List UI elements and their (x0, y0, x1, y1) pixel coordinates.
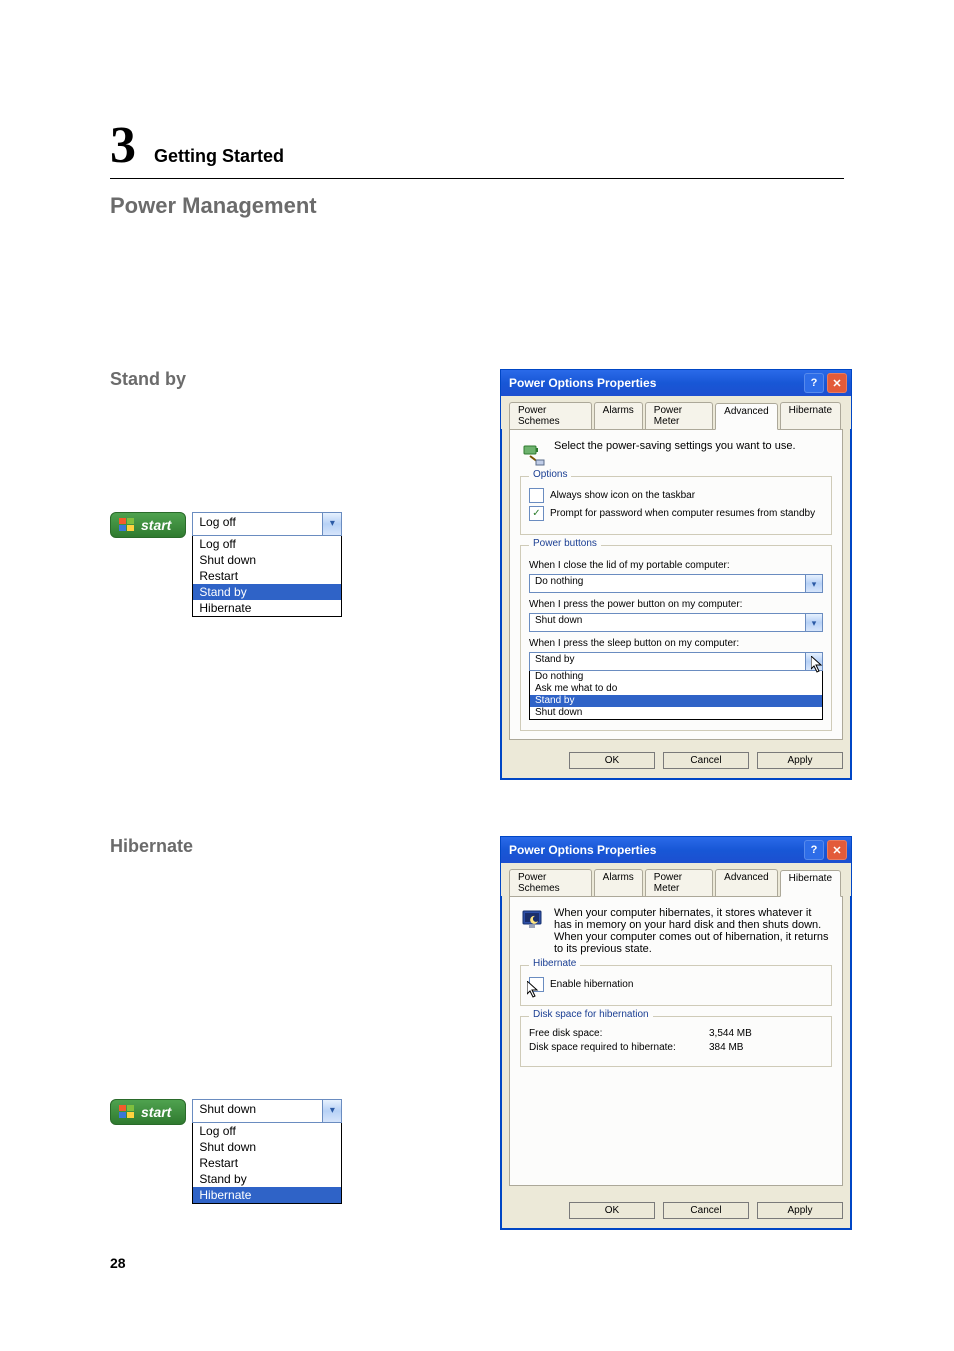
free-disk-value: 3,544 MB (709, 1028, 752, 1039)
chevron-down-icon[interactable]: ▾ (805, 575, 822, 592)
dropdown-item[interactable]: Restart (193, 1155, 341, 1171)
tab-power-schemes[interactable]: Power Schemes (509, 402, 592, 429)
start-button[interactable]: start (110, 1099, 186, 1125)
combo-option[interactable]: Shut down (530, 707, 822, 719)
dropdown-item[interactable]: Shut down (193, 552, 341, 568)
prompt-password-label: Prompt for password when computer resume… (550, 508, 815, 519)
hibernate-group: Hibernate Enable hibernation (520, 965, 832, 1006)
tab-power-meter[interactable]: Power Meter (645, 402, 713, 429)
tab-hibernate[interactable]: Hibernate (780, 870, 841, 897)
show-icon-label: Always show icon on the taskbar (550, 490, 695, 501)
cursor-icon (527, 981, 541, 999)
help-button[interactable]: ? (804, 840, 824, 860)
apply-button[interactable]: Apply (757, 1202, 843, 1219)
shutdown-dropdown-selected: Log off (193, 513, 322, 535)
dropdown-item[interactable]: Hibernate (193, 600, 341, 616)
sleep-button-options[interactable]: Do nothing Ask me what to do Stand by Sh… (529, 671, 823, 720)
shutdown-dropdown-list[interactable]: Log off Shut down Restart Stand by Hiber… (192, 1123, 342, 1204)
group-legend: Hibernate (529, 958, 580, 969)
chevron-down-icon[interactable]: ▾ (322, 1100, 341, 1122)
tab-alarms[interactable]: Alarms (594, 869, 643, 896)
combo-option-highlighted[interactable]: Stand by (530, 695, 822, 707)
combo-option[interactable]: Ask me what to do (530, 683, 822, 695)
group-legend: Options (529, 469, 571, 480)
options-group: Options Always show icon on the taskbar … (520, 476, 832, 535)
chapter-rule (110, 178, 844, 179)
cursor-icon (811, 656, 825, 674)
power-buttons-group: Power buttons When I close the lid of my… (520, 545, 832, 731)
group-legend: Power buttons (529, 538, 601, 549)
start-button[interactable]: start (110, 512, 186, 538)
free-disk-label: Free disk space: (529, 1028, 689, 1039)
dropdown-item[interactable]: Stand by (193, 1171, 341, 1187)
prompt-password-checkbox[interactable]: ✓ (529, 506, 544, 521)
enable-hibernation-label: Enable hibernation (550, 979, 633, 990)
dropdown-item[interactable]: Log off (193, 1123, 341, 1139)
section-title: Power Management (110, 193, 844, 219)
dropdown-item[interactable]: Log off (193, 536, 341, 552)
dialog-titlebar[interactable]: Power Options Properties ? ✕ (501, 837, 851, 863)
power-button-value: Shut down (530, 614, 805, 631)
power-options-dialog-hibernate: Power Options Properties ? ✕ Power Schem… (500, 836, 852, 1230)
apply-button[interactable]: Apply (757, 752, 843, 769)
disk-space-group: Disk space for hibernation Free disk spa… (520, 1016, 832, 1067)
tab-hibernate[interactable]: Hibernate (780, 402, 841, 429)
chevron-down-icon[interactable]: ▾ (322, 513, 341, 535)
close-button[interactable]: ✕ (827, 373, 847, 393)
lid-close-combo[interactable]: Do nothing ▾ (529, 574, 823, 593)
tab-alarms[interactable]: Alarms (594, 402, 643, 429)
cancel-button[interactable]: Cancel (663, 1202, 749, 1219)
group-legend: Disk space for hibernation (529, 1009, 653, 1020)
sleep-button-label: When I press the sleep button on my comp… (529, 638, 823, 649)
close-button[interactable]: ✕ (827, 840, 847, 860)
chapter-title: Getting Started (154, 146, 284, 167)
power-options-dialog-advanced: Power Options Properties ? ✕ Power Schem… (500, 369, 852, 780)
sleep-button-value: Stand by (530, 653, 805, 670)
dialog-tabs: Power Schemes Alarms Power Meter Advance… (501, 863, 851, 896)
page-number: 28 (110, 1255, 126, 1271)
tab-advanced[interactable]: Advanced (715, 869, 777, 896)
ok-button[interactable]: OK (569, 752, 655, 769)
dialog-intro: When your computer hibernates, it stores… (554, 907, 832, 955)
monitor-moon-icon (520, 907, 546, 933)
dropdown-item[interactable]: Shut down (193, 1139, 341, 1155)
battery-plug-icon (520, 440, 546, 466)
lid-close-label: When I close the lid of my portable comp… (529, 560, 823, 571)
start-button-label: start (141, 1104, 171, 1120)
chapter-number: 3 (110, 120, 136, 172)
dropdown-item-highlighted[interactable]: Hibernate (193, 1187, 341, 1203)
start-button-label: start (141, 517, 171, 533)
cancel-button[interactable]: Cancel (663, 752, 749, 769)
tab-power-schemes[interactable]: Power Schemes (509, 869, 592, 896)
dialog-intro: Select the power-saving settings you wan… (554, 440, 796, 452)
combo-option[interactable]: Do nothing (530, 671, 822, 683)
show-icon-checkbox[interactable] (529, 488, 544, 503)
dialog-title: Power Options Properties (509, 843, 656, 857)
hibernate-heading: Hibernate (110, 836, 460, 857)
tab-advanced[interactable]: Advanced (715, 403, 777, 430)
shutdown-dropdown[interactable]: Shut down ▾ Log off Shut down Restart St… (192, 1099, 342, 1204)
dialog-tabs: Power Schemes Alarms Power Meter Advance… (501, 396, 851, 429)
shutdown-dropdown[interactable]: Log off ▾ Log off Shut down Restart Stan… (192, 512, 342, 617)
shutdown-dropdown-selected: Shut down (193, 1100, 322, 1122)
power-button-combo[interactable]: Shut down ▾ (529, 613, 823, 632)
standby-heading: Stand by (110, 369, 460, 390)
sleep-button-combo[interactable]: Stand by ▾ (529, 652, 823, 671)
windows-flag-icon (119, 1105, 135, 1119)
power-button-label: When I press the power button on my comp… (529, 599, 823, 610)
windows-flag-icon (119, 518, 135, 532)
required-disk-value: 384 MB (709, 1042, 743, 1053)
ok-button[interactable]: OK (569, 1202, 655, 1219)
required-disk-label: Disk space required to hibernate: (529, 1042, 689, 1053)
tab-power-meter[interactable]: Power Meter (645, 869, 713, 896)
lid-close-value: Do nothing (530, 575, 805, 592)
dialog-titlebar[interactable]: Power Options Properties ? ✕ (501, 370, 851, 396)
help-button[interactable]: ? (804, 373, 824, 393)
dropdown-item-highlighted[interactable]: Stand by (193, 584, 341, 600)
dialog-title: Power Options Properties (509, 376, 656, 390)
chevron-down-icon[interactable]: ▾ (805, 614, 822, 631)
shutdown-dropdown-list[interactable]: Log off Shut down Restart Stand by Hiber… (192, 536, 342, 617)
dropdown-item[interactable]: Restart (193, 568, 341, 584)
